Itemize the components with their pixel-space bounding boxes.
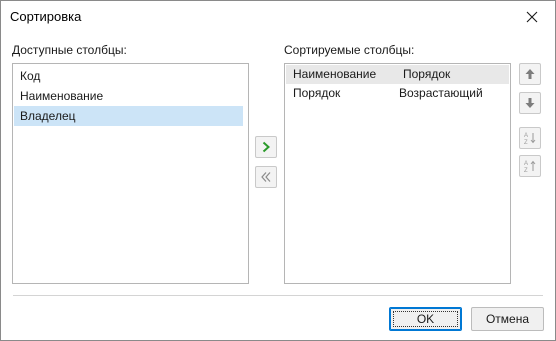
- list-item-kod[interactable]: Код: [14, 66, 243, 86]
- sort-descending-icon: A Z: [524, 160, 536, 173]
- separator: [13, 295, 543, 296]
- arrow-up-icon: [525, 69, 535, 79]
- table-row[interactable]: Порядок Возрастающий: [286, 84, 509, 103]
- cancel-button-label: Отмена: [485, 312, 530, 326]
- list-item-label: Код: [20, 69, 41, 83]
- sorted-columns-label: Сортируемые столбцы:: [284, 43, 415, 57]
- ok-button[interactable]: OK: [389, 307, 462, 331]
- title-bar: Сортировка: [1, 1, 555, 32]
- list-item-vladelets[interactable]: Владелец: [14, 106, 243, 126]
- grid-header-column: Наименование: [293, 67, 377, 81]
- move-down-button[interactable]: [519, 92, 541, 114]
- sort-dialog: Сортировка Доступные столбцы: Код Наимен…: [0, 0, 556, 341]
- svg-text:A: A: [524, 161, 528, 167]
- sorted-columns-grid[interactable]: Наименование Порядок Порядок Возрастающи…: [284, 63, 511, 284]
- close-button[interactable]: [509, 1, 555, 32]
- list-item-label: Владелец: [20, 109, 76, 123]
- chevron-right-icon: [262, 141, 270, 153]
- move-up-button[interactable]: [519, 63, 541, 85]
- svg-text:Z: Z: [524, 168, 528, 173]
- grid-header: Наименование Порядок: [286, 65, 509, 84]
- move-left-button[interactable]: [255, 166, 277, 188]
- move-right-button[interactable]: [255, 136, 277, 158]
- list-item-label: Наименование: [20, 89, 104, 103]
- grid-cell-column: Порядок: [293, 86, 341, 100]
- grid-cell-order[interactable]: Возрастающий: [399, 84, 483, 103]
- arrow-down-icon: [525, 98, 535, 108]
- svg-text:Z: Z: [524, 140, 528, 145]
- list-item-naimenovanie[interactable]: Наименование: [14, 86, 243, 106]
- sort-ascending-button[interactable]: A Z: [519, 127, 541, 149]
- ok-button-label: OK: [416, 312, 435, 326]
- cancel-button[interactable]: Отмена: [471, 307, 544, 331]
- available-columns-list[interactable]: Код Наименование Владелец: [12, 63, 249, 284]
- sort-descending-button[interactable]: A Z: [519, 155, 541, 177]
- dialog-title: Сортировка: [10, 9, 82, 24]
- available-columns-label: Доступные столбцы:: [12, 43, 127, 57]
- svg-text:A: A: [524, 133, 528, 139]
- grid-header-order: Порядок: [403, 67, 451, 81]
- close-icon: [526, 11, 538, 22]
- sort-ascending-icon: A Z: [524, 133, 536, 145]
- double-chevron-left-icon: [261, 172, 271, 182]
